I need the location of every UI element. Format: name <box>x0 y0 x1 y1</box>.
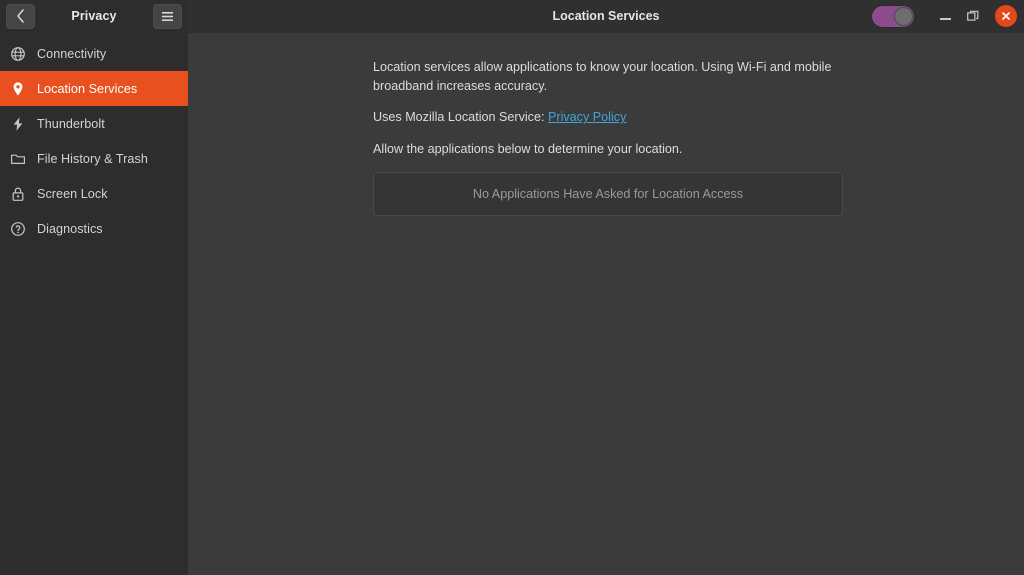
sidebar-item-screen-lock[interactable]: Screen Lock <box>0 176 188 211</box>
allow-applications-label: Allow the applications below to determin… <box>373 140 843 159</box>
question-circle-icon <box>9 220 26 237</box>
sidebar-item-label: Thunderbolt <box>37 117 105 131</box>
window-controls <box>871 2 1024 30</box>
service-provider-row: Uses Mozilla Location Service: Privacy P… <box>373 108 843 127</box>
map-pin-icon <box>9 80 26 97</box>
chevron-left-icon <box>16 9 25 23</box>
sidebar-item-diagnostics[interactable]: Diagnostics <box>0 211 188 246</box>
back-button[interactable] <box>6 4 35 29</box>
sidebar-item-thunderbolt[interactable]: Thunderbolt <box>0 106 188 141</box>
sidebar-item-label: Location Services <box>37 82 137 96</box>
close-icon <box>1001 11 1011 21</box>
sidebar-item-label: File History & Trash <box>37 152 148 166</box>
folder-icon <box>9 150 26 167</box>
settings-sidebar: Connectivity Location Services Thun <box>0 33 188 575</box>
sidebar-item-file-history-trash[interactable]: File History & Trash <box>0 141 188 176</box>
toggle-knob <box>894 7 913 26</box>
main-menu-button[interactable] <box>153 4 182 29</box>
privacy-settings-window: Privacy Location Services <box>0 0 1024 575</box>
applications-list-empty-state: No Applications Have Asked for Location … <box>373 172 843 216</box>
globe-icon <box>9 45 26 62</box>
lightning-bolt-icon <box>9 115 26 132</box>
window-title-area: Location Services <box>188 0 1024 33</box>
sidebar-item-connectivity[interactable]: Connectivity <box>0 36 188 71</box>
minimize-button[interactable] <box>931 2 959 30</box>
location-services-toggle[interactable] <box>871 5 915 28</box>
window-header-bar: Privacy Location Services <box>0 0 1024 33</box>
sidebar-item-label: Screen Lock <box>37 187 108 201</box>
sidebar-item-label: Connectivity <box>37 47 106 61</box>
sidebar-header: Privacy <box>0 0 188 33</box>
service-provider-label: Uses Mozilla Location Service: <box>373 110 548 124</box>
location-description: Location services allow applications to … <box>373 58 843 95</box>
empty-state-label: No Applications Have Asked for Location … <box>473 187 743 201</box>
sidebar-title: Privacy <box>35 9 153 23</box>
privacy-policy-link[interactable]: Privacy Policy <box>548 110 626 124</box>
close-button[interactable] <box>995 5 1017 27</box>
minimize-icon <box>940 18 951 20</box>
maximize-button[interactable] <box>959 2 987 30</box>
location-services-panel: Location services allow applications to … <box>373 58 843 216</box>
sidebar-item-label: Diagnostics <box>37 222 103 236</box>
sidebar-item-location-services[interactable]: Location Services <box>0 71 188 106</box>
hamburger-menu-icon <box>161 11 174 22</box>
main-content: Location services allow applications to … <box>188 33 1024 575</box>
maximize-restore-icon <box>967 10 979 22</box>
lock-icon <box>9 185 26 202</box>
window-body: Connectivity Location Services Thun <box>0 33 1024 575</box>
